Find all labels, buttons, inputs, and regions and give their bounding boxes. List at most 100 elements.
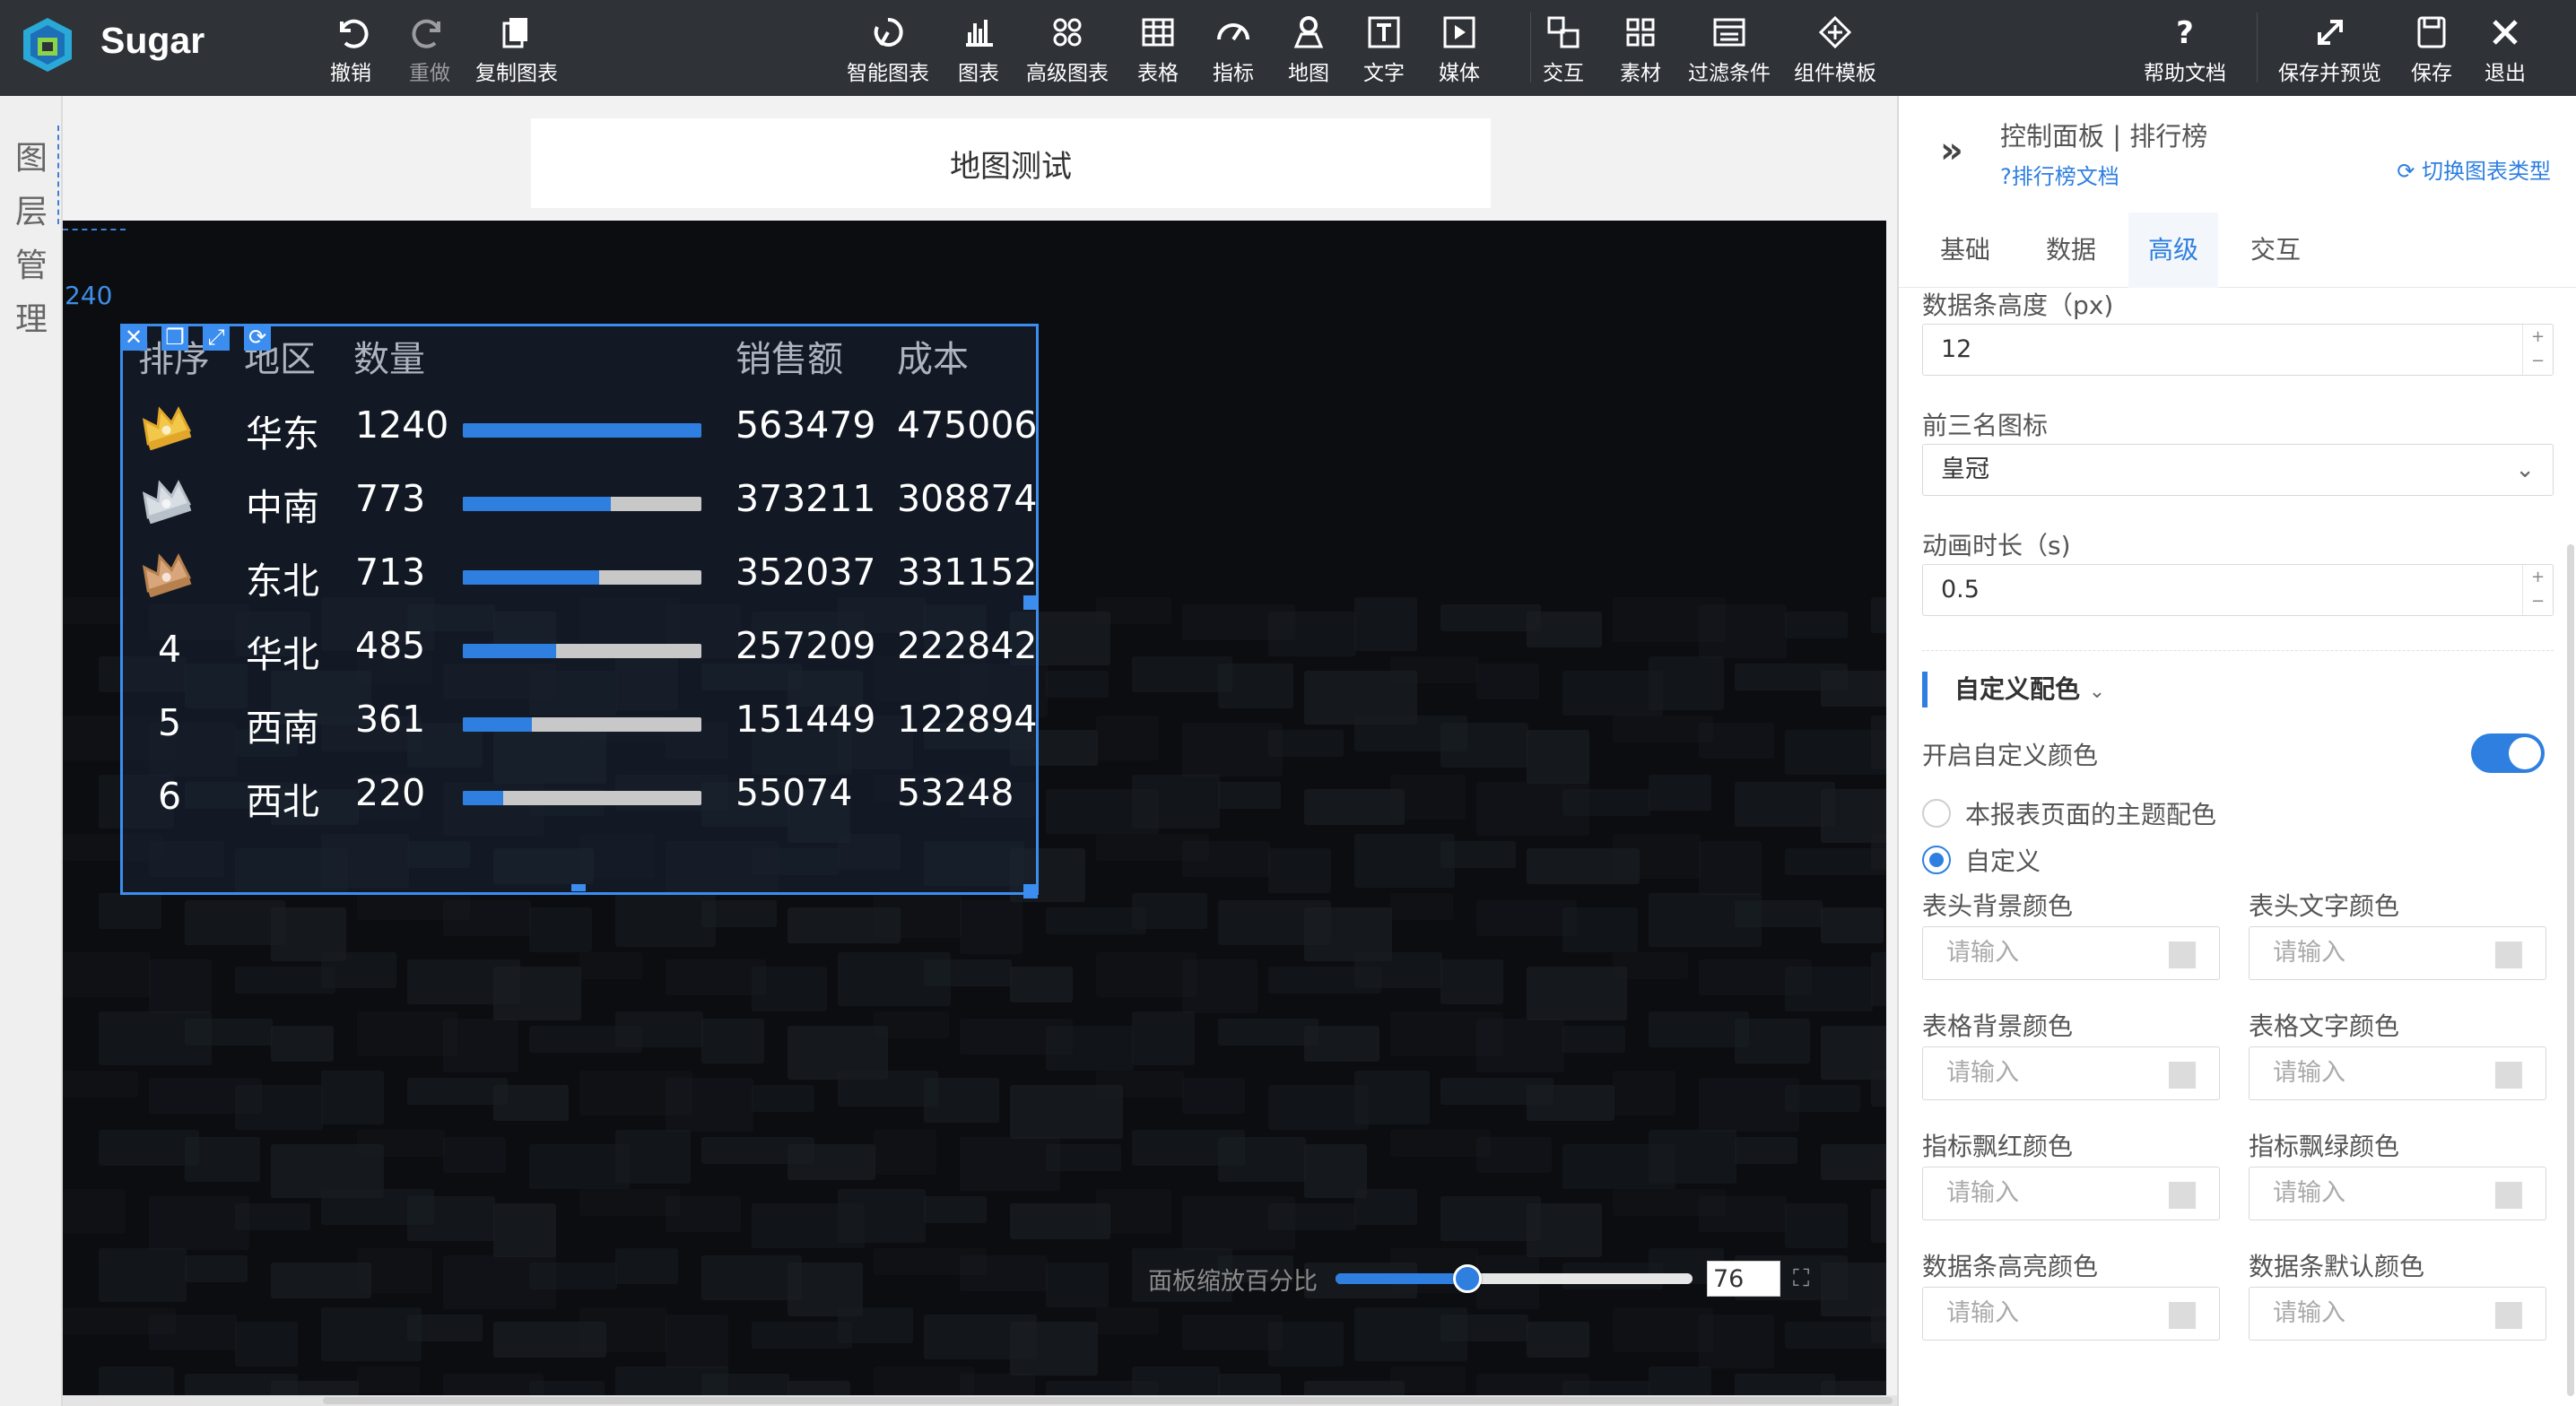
widget-refresh-icon[interactable]: ⟳ — [244, 324, 271, 351]
tab-1[interactable]: 数据 — [2035, 213, 2107, 288]
animation-duration-stepper[interactable]: + − — [2522, 565, 2553, 615]
divider — [1922, 650, 2554, 651]
toolbar-advanced-chart-button[interactable]: 高级图表 — [1026, 13, 1109, 86]
page-title[interactable]: 地图测试 — [531, 118, 1491, 208]
color-input[interactable]: 请输入 — [1922, 926, 2220, 980]
radio-theme-color[interactable] — [1922, 799, 1951, 828]
bar-height-stepper[interactable]: + − — [2522, 325, 2553, 375]
animation-duration-input[interactable]: 0.5 + − — [1922, 564, 2554, 616]
background-tile — [960, 1255, 1048, 1291]
background-tile — [1821, 1381, 1886, 1395]
scrollbar-thumb[interactable] — [323, 1397, 1893, 1404]
color-swatch[interactable] — [2169, 1302, 2196, 1329]
color-swatch[interactable] — [2169, 1182, 2196, 1209]
toolbar-media-play-button[interactable]: 媒体 — [1439, 13, 1480, 86]
resize-handle-bottom[interactable] — [571, 884, 586, 891]
color-swatch[interactable] — [2495, 1302, 2522, 1329]
tab-3[interactable]: 交互 — [2240, 213, 2311, 288]
map-pin-icon — [1293, 16, 1324, 48]
background-tile — [1440, 959, 1503, 1004]
background-tile — [407, 1196, 495, 1241]
color-input[interactable]: 请输入 — [1922, 1046, 2220, 1100]
background-tile — [788, 1144, 875, 1180]
toolbar-button-label: 复制图表 — [475, 62, 558, 85]
color-input[interactable]: 请输入 — [2249, 1167, 2546, 1220]
background-tile — [1527, 1085, 1614, 1121]
background-tile — [1132, 1011, 1195, 1065]
enable-custom-color-toggle[interactable] — [2471, 733, 2545, 773]
toolbar-button-label: 重做 — [409, 62, 450, 85]
color-input-placeholder: 请输入 — [1946, 1059, 2019, 1087]
background-tile — [63, 952, 151, 997]
toolbar-button-label: 交互 — [1543, 62, 1584, 85]
toolbar-grid-button[interactable]: 素材 — [1620, 13, 1661, 86]
toolbar-gauge-button[interactable]: 指标 — [1213, 13, 1254, 86]
tab-2[interactable]: 高级 — [2128, 213, 2218, 288]
layer-manager-tab[interactable]: 图 层 管 理 — [0, 96, 63, 1406]
zoom-slider-knob[interactable] — [1453, 1264, 1483, 1293]
switch-chart-type-label: 切换图表类型 — [2422, 159, 2551, 184]
chevron-down-icon: ⌄ — [2515, 456, 2535, 483]
chevron-down-icon: ⌄ — [2088, 681, 2106, 703]
color-swatch[interactable] — [2169, 942, 2196, 968]
toolbar-filter-button[interactable]: 过滤条件 — [1688, 13, 1771, 86]
save-icon — [2417, 16, 2446, 48]
fullscreen-icon[interactable]: ⛶ — [1793, 1265, 1820, 1292]
toolbar-text-button[interactable]: 文字 — [1363, 13, 1405, 86]
background-tile — [1354, 1071, 1430, 1124]
background-tile — [701, 1374, 789, 1395]
tab-0[interactable]: 基础 — [1929, 213, 2001, 288]
toolbar-interaction-button[interactable]: 交互 — [1543, 13, 1584, 86]
toolbar-save-button[interactable]: 保存 — [2411, 13, 2452, 86]
collapse-panel-icon[interactable]: » — [1940, 130, 1963, 171]
color-swatch[interactable] — [2169, 1062, 2196, 1089]
zoom-value-input[interactable]: 76 — [1707, 1261, 1780, 1297]
background-tile — [1562, 789, 1650, 816]
enable-custom-color-label: 开启自定义颜色 — [1922, 741, 2099, 770]
background-tile — [1096, 716, 1159, 760]
background-tile — [1735, 1019, 1810, 1063]
panel-scrollbar[interactable] — [2567, 544, 2574, 1396]
color-input[interactable]: 请输入 — [2249, 1046, 2546, 1100]
grid-icon — [1626, 18, 1655, 47]
resize-handle-corner[interactable] — [1023, 884, 1038, 898]
toolbar-undo-button[interactable]: 撤销 — [330, 13, 371, 86]
background-tile — [99, 1248, 187, 1302]
color-input[interactable]: 请输入 — [1922, 1287, 2220, 1341]
color-swatch[interactable] — [2495, 942, 2522, 968]
toolbar-copy-button[interactable]: 复制图表 — [475, 13, 558, 86]
color-input-placeholder: 请输入 — [1946, 1299, 2019, 1327]
color-input[interactable]: 请输入 — [2249, 1287, 2546, 1341]
custom-color-section[interactable]: 自定义配色 ⌄ — [1922, 672, 2105, 707]
color-swatch[interactable] — [2495, 1182, 2522, 1209]
switch-chart-type-link[interactable]: ⟳ 切换图表类型 — [2397, 153, 2551, 185]
background-tile — [1649, 1367, 1711, 1395]
top3-icon-select[interactable]: 皇冠 ⌄ — [1922, 444, 2554, 496]
toolbar-map-pin-button[interactable]: 地图 — [1288, 13, 1329, 86]
background-tile — [185, 1137, 260, 1182]
color-input[interactable]: 请输入 — [2249, 926, 2546, 980]
color-swatch[interactable] — [2495, 1062, 2522, 1089]
toolbar-component-template-button[interactable]: 组件模板 — [1794, 13, 1876, 86]
toolbar-help-button[interactable]: ? 帮助文档 — [2144, 13, 2226, 86]
zoom-slider[interactable] — [1336, 1264, 1693, 1293]
color-input[interactable]: 请输入 — [1922, 1167, 2220, 1220]
radio-custom-color[interactable] — [1922, 846, 1951, 874]
region-cell: 华北 — [246, 633, 319, 676]
ranking-doc-link[interactable]: ?排行榜文档 — [2000, 159, 2119, 190]
background-tile — [874, 1130, 936, 1175]
widget-fullscreen-icon[interactable]: ⤢ — [203, 324, 230, 351]
toolbar-expand-button[interactable]: 保存并预览 — [2278, 13, 2381, 86]
toolbar-bar-chart-button[interactable]: 图表 — [958, 13, 999, 86]
sales-cell: 151449 — [735, 698, 876, 741]
toolbar-close-button[interactable]: 退出 — [2485, 13, 2526, 86]
svg-text:?: ? — [2176, 15, 2194, 51]
widget-delete-icon[interactable]: ✕ — [120, 324, 147, 351]
horizontal-scrollbar[interactable] — [63, 1395, 1897, 1406]
widget-copy-icon[interactable]: ❐ — [161, 324, 188, 351]
toolbar-table-button[interactable]: 表格 — [1137, 13, 1179, 86]
bar-height-input[interactable]: 12 + − — [1922, 324, 2554, 376]
toolbar-smart-chart-button[interactable]: 智能图表 — [847, 13, 929, 86]
toolbar-redo-button[interactable]: 重做 — [409, 13, 450, 86]
background-tile — [579, 1307, 667, 1352]
